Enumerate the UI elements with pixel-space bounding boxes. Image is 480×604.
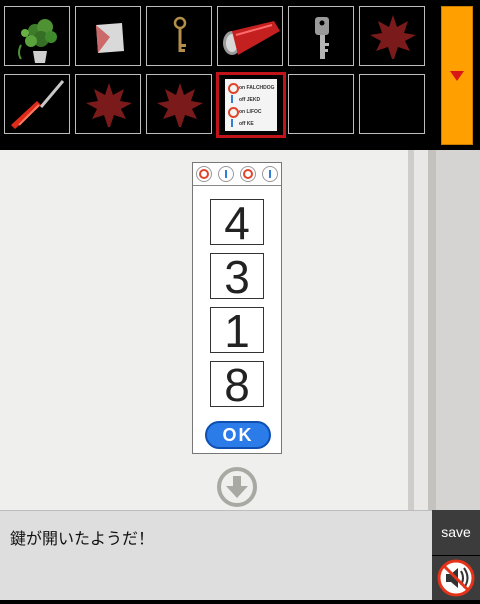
- red-flashlight-icon: [223, 21, 280, 55]
- door-frame: [414, 150, 428, 510]
- lock-digit-1[interactable]: 4: [210, 199, 264, 246]
- maple-leaf-icon: [86, 83, 132, 127]
- inventory-slot-2[interactable]: [75, 6, 141, 66]
- bar-symbol-icon: [262, 166, 278, 182]
- inventory-slot-3[interactable]: [146, 6, 212, 66]
- circle-down-arrow-icon: [217, 467, 257, 507]
- lock-digit-3[interactable]: 1: [210, 307, 264, 354]
- message-bar: 鍵が開いたようだ！: [0, 510, 432, 600]
- maple-leaf-icon: [370, 15, 416, 59]
- speaker-muted-icon: [437, 559, 475, 597]
- hint-card-icon: on FALCHDOG off JEKD on LIFOC off KE: [225, 79, 277, 131]
- message-text: 鍵が開いたようだ！: [10, 529, 155, 548]
- paper-scrap-icon: [96, 23, 124, 53]
- circle-symbol-icon: [196, 166, 212, 182]
- combination-lock: 4 3 1 8 OK: [192, 162, 282, 454]
- potted-plant-icon: [18, 19, 57, 63]
- back-down-button[interactable]: [216, 466, 258, 508]
- inventory-slot-12[interactable]: [359, 74, 425, 134]
- lock-digit-2[interactable]: 3: [210, 253, 264, 300]
- inventory-slot-10[interactable]: on FALCHDOG off JEKD on LIFOC off KE: [216, 72, 286, 138]
- inventory-bar: on FALCHDOG off JEKD on LIFOC off KE: [0, 0, 480, 150]
- ok-button[interactable]: OK: [205, 421, 271, 449]
- inventory-slot-8[interactable]: [75, 74, 141, 134]
- inventory-slot-11[interactable]: [288, 74, 354, 134]
- lock-digit-4[interactable]: 8: [210, 361, 264, 408]
- inventory-slot-9[interactable]: [146, 74, 212, 134]
- inventory-slot-7[interactable]: [4, 74, 70, 134]
- maple-leaf-icon: [157, 83, 203, 127]
- circle-symbol-icon: [240, 166, 256, 182]
- triangle-down-icon: [450, 71, 464, 81]
- inventory-slot-1[interactable]: [4, 6, 70, 66]
- old-key-icon: [173, 16, 187, 52]
- sound-toggle-button[interactable]: [432, 556, 480, 600]
- lock-symbol-row: [193, 163, 281, 186]
- wall-panel: [436, 150, 480, 510]
- inventory-slot-6[interactable]: [359, 6, 425, 66]
- inventory-slot-4[interactable]: [217, 6, 283, 66]
- silver-key-icon: [315, 17, 329, 59]
- inventory-slot-5[interactable]: [288, 6, 354, 66]
- inventory-toggle-button[interactable]: [441, 6, 473, 145]
- screwdriver-icon: [11, 80, 65, 129]
- save-button[interactable]: save: [432, 510, 480, 555]
- bar-symbol-icon: [218, 166, 234, 182]
- door-frame: [428, 150, 436, 510]
